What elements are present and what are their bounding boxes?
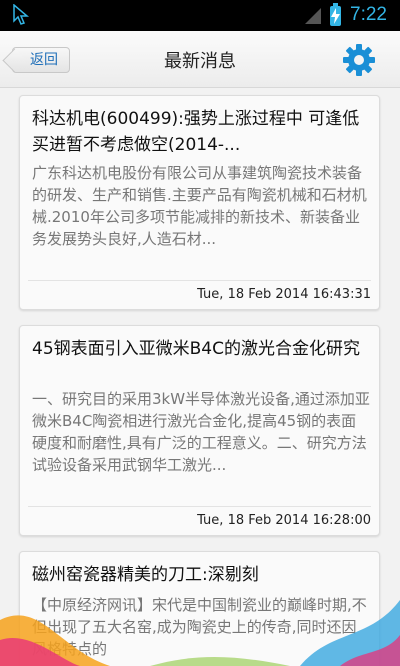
news-time: Tue, 18 Feb 2014 16:28:00 <box>197 513 371 528</box>
status-time: 7:22 <box>350 4 387 25</box>
news-time: Tue, 18 Feb 2014 16:43:31 <box>197 287 371 302</box>
news-list[interactable]: 科达机电(600499):强势上涨过程中 可逢低买进暂不考虑做空(2014-..… <box>0 89 400 666</box>
news-summary: 一、研究目的采用3kW半导体激光设备,通过添加亚微米B4C陶瓷相进行激光合金化,… <box>32 390 370 474</box>
news-card[interactable]: 科达机电(600499):强势上涨过程中 可逢低买进暂不考虑做空(2014-..… <box>19 95 380 310</box>
app-header: 返回 最新消息 <box>0 31 400 88</box>
signal-icon <box>305 8 321 24</box>
news-card[interactable]: 磁州窑瓷器精美的刀工:深剔刻 【中原经济网讯】宋代是中国制瓷业的巅峰时期,不但出… <box>19 551 380 666</box>
gear-icon[interactable] <box>342 43 376 77</box>
cursor-icon <box>13 4 30 25</box>
battery-charging-icon <box>330 3 341 26</box>
news-title: 科达机电(600499):强势上涨过程中 可逢低买进暂不考虑做空(2014-..… <box>32 109 360 155</box>
divider <box>28 506 371 507</box>
news-summary: 广东科达机电股份有限公司从事建筑陶瓷技术装备的研发、生产和销售.主要产品有陶瓷机… <box>32 164 367 248</box>
page-title: 最新消息 <box>164 51 236 72</box>
news-card[interactable]: 45钢表面引入亚微米B4C的激光合金化研究 一、研究目的采用3kW半导体激光设备… <box>19 325 380 536</box>
status-bar: 7:22 <box>0 0 400 31</box>
news-title: 45钢表面引入亚微米B4C的激光合金化研究 <box>32 339 360 359</box>
news-title: 磁州窑瓷器精美的刀工:深剔刻 <box>32 565 259 585</box>
divider <box>28 280 371 281</box>
news-summary: 【中原经济网讯】宋代是中国制瓷业的巅峰时期,不但出现了五大名窑,成为陶瓷史上的传… <box>32 596 367 658</box>
